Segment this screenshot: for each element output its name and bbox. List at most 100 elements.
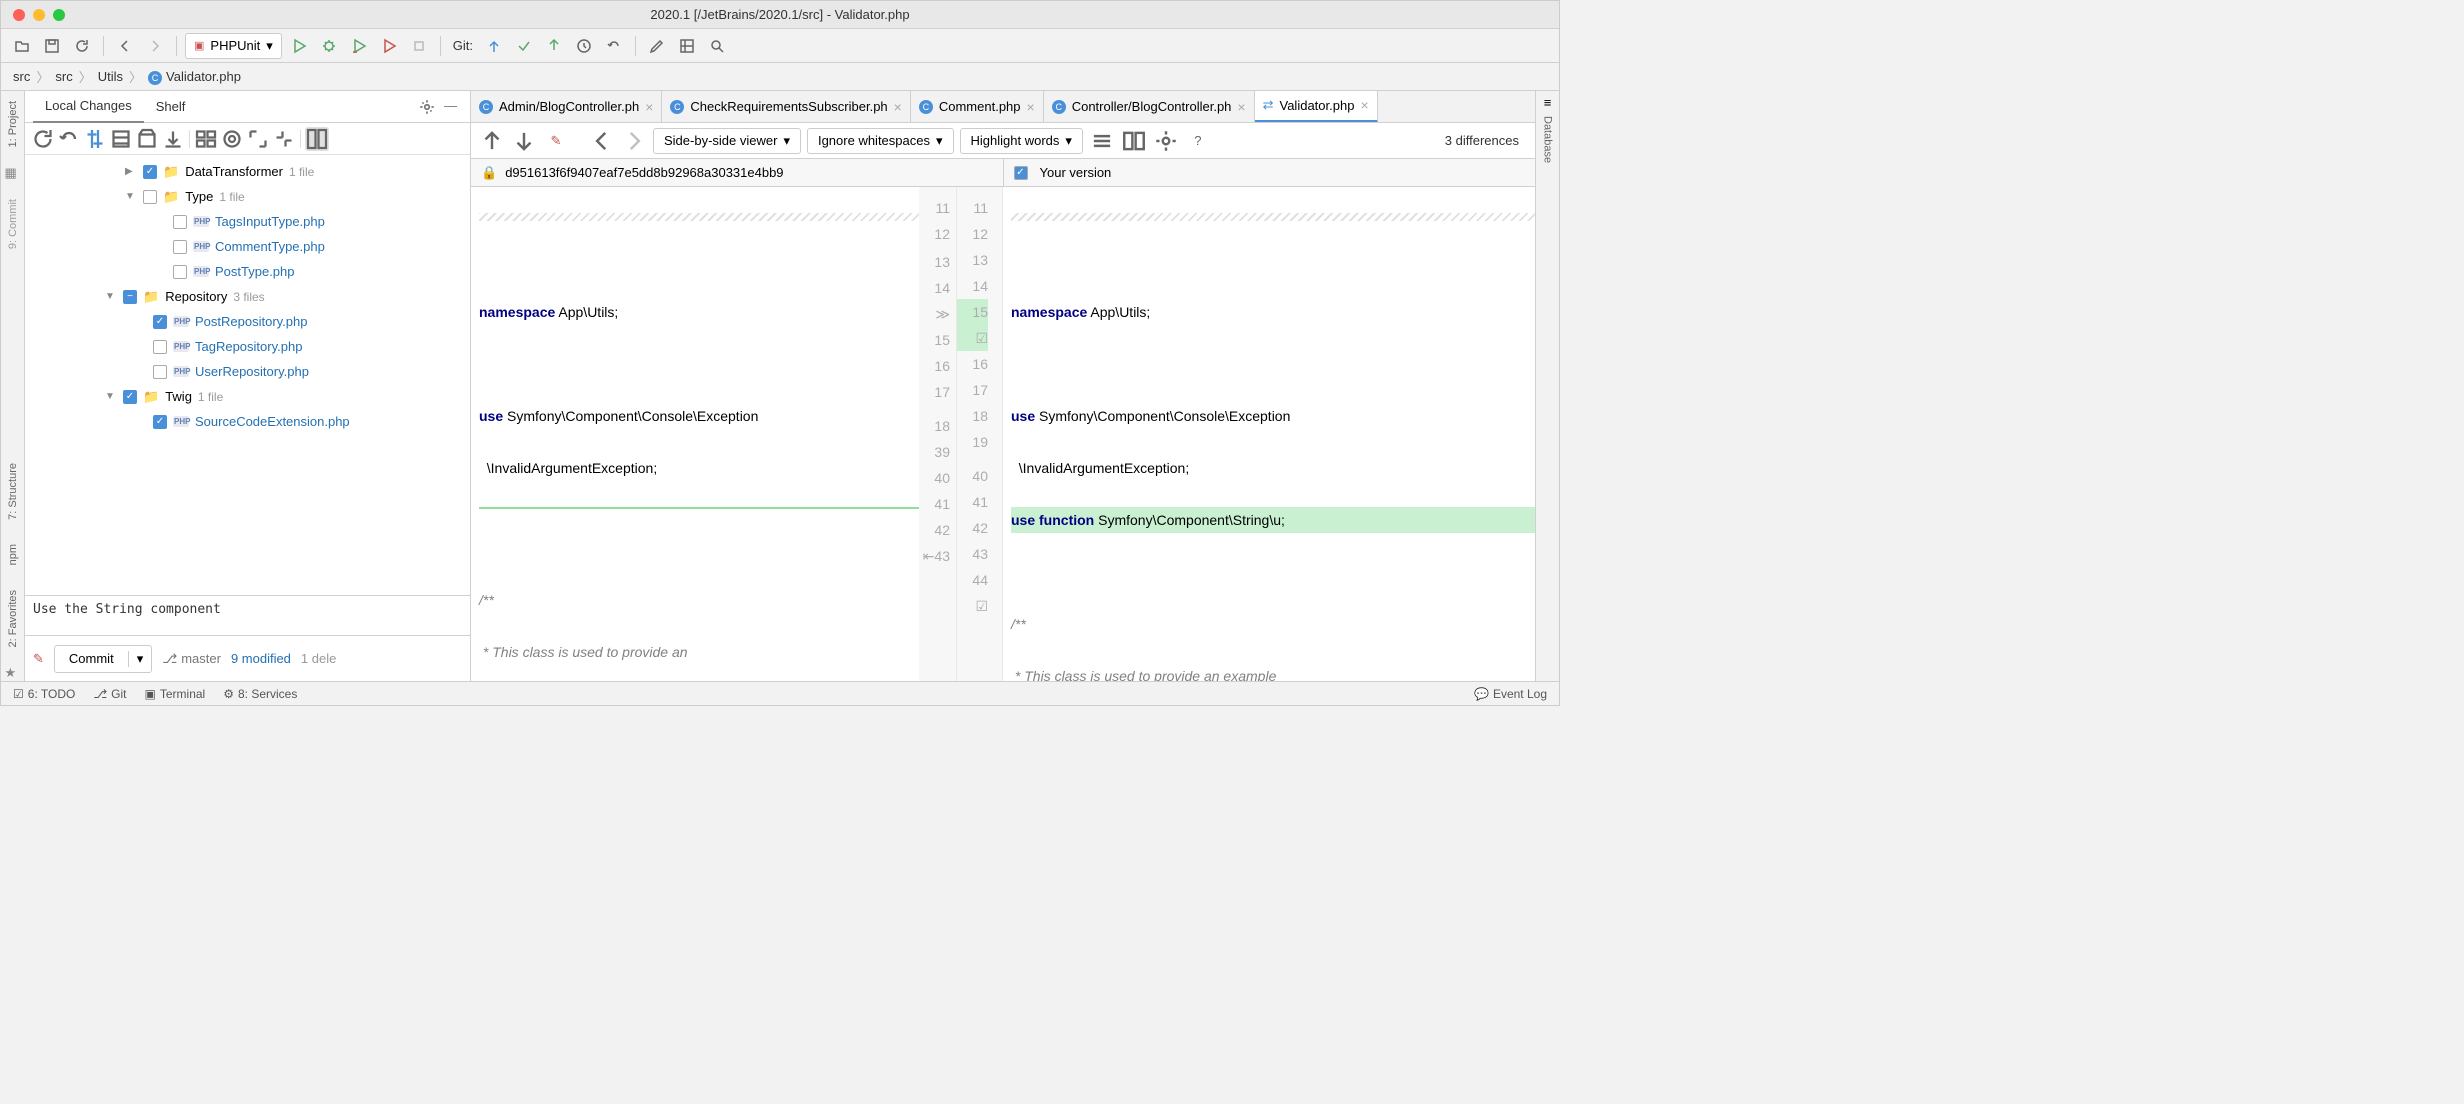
profile-icon[interactable] xyxy=(376,33,402,59)
structure-icon[interactable] xyxy=(674,33,700,59)
gear-icon[interactable] xyxy=(1153,128,1179,154)
commit-button[interactable]: Commit▾ xyxy=(54,645,152,673)
tree-file[interactable]: ✓PHPPostRepository.php xyxy=(25,309,470,334)
collapse-unchanged-icon[interactable] xyxy=(1089,128,1115,154)
tree-file[interactable]: ✓PHPSourceCodeExtension.php xyxy=(25,409,470,434)
history-icon[interactable] xyxy=(571,33,597,59)
tree-file[interactable]: PHPCommentType.php xyxy=(25,234,470,259)
checkbox[interactable]: − xyxy=(123,290,137,304)
branch-indicator[interactable]: ⎇master xyxy=(162,651,221,667)
coverage-icon[interactable] xyxy=(346,33,372,59)
sync-scroll-icon[interactable] xyxy=(1121,128,1147,154)
update-icon[interactable] xyxy=(481,33,507,59)
expand-icon[interactable] xyxy=(246,127,270,151)
editor-tab[interactable]: CCheckRequirementsSubscriber.ph× xyxy=(662,91,910,123)
amend-icon[interactable]: ✎ xyxy=(33,651,44,667)
push-icon[interactable] xyxy=(541,33,567,59)
collapse-icon[interactable] xyxy=(272,127,296,151)
gear-icon[interactable] xyxy=(418,98,436,116)
preview-icon[interactable] xyxy=(305,127,329,151)
close-icon[interactable]: × xyxy=(1360,97,1368,113)
breadcrumb-item[interactable]: Utils xyxy=(98,69,123,84)
checkbox[interactable] xyxy=(173,215,187,229)
local-changes-tab[interactable]: Local Changes xyxy=(33,91,144,123)
run-icon[interactable] xyxy=(286,33,312,59)
refresh-icon[interactable] xyxy=(69,33,95,59)
checkbox[interactable]: ✓ xyxy=(153,415,167,429)
checkbox[interactable] xyxy=(153,365,167,379)
checkbox[interactable] xyxy=(143,190,157,204)
forward-icon[interactable] xyxy=(142,33,168,59)
terminal-tool[interactable]: ▣Terminal xyxy=(145,687,206,701)
npm-tool-tab[interactable]: npm xyxy=(5,538,21,571)
back-icon[interactable] xyxy=(112,33,138,59)
shelve-icon[interactable] xyxy=(135,127,159,151)
tree-file[interactable]: PHPUserRepository.php xyxy=(25,359,470,384)
show-icon[interactable] xyxy=(220,127,244,151)
diff-icon[interactable] xyxy=(83,127,107,151)
highlight-select[interactable]: Highlight words▾ xyxy=(960,128,1083,154)
database-tool-tab[interactable]: Database xyxy=(1540,110,1556,169)
unshelve-icon[interactable] xyxy=(161,127,185,151)
breadcrumb-item[interactable]: CValidator.php xyxy=(148,69,241,85)
commit-tool-tab[interactable]: 9: Commit xyxy=(5,193,21,255)
rollback-icon[interactable] xyxy=(601,33,627,59)
chevron-down-icon[interactable]: ▾ xyxy=(128,651,152,667)
refresh-icon[interactable] xyxy=(31,127,55,151)
collapse-icon[interactable]: ▼ xyxy=(125,191,137,202)
prev-diff-icon[interactable] xyxy=(479,128,505,154)
breadcrumb-item[interactable]: src xyxy=(55,69,72,84)
checkbox[interactable]: ✓ xyxy=(153,315,167,329)
git-tool[interactable]: ⎇Git xyxy=(93,687,126,701)
tree-file[interactable]: PHPTagsInputType.php xyxy=(25,209,470,234)
checkbox[interactable] xyxy=(173,265,187,279)
checkbox[interactable] xyxy=(153,340,167,354)
search-icon[interactable] xyxy=(704,33,730,59)
todo-tool[interactable]: ☑6: TODO xyxy=(13,687,75,701)
edit-icon[interactable]: ✎ xyxy=(543,128,569,154)
viewer-mode-select[interactable]: Side-by-side viewer▾ xyxy=(653,128,801,154)
forward-icon[interactable] xyxy=(621,128,647,154)
editor-tab[interactable]: CController/BlogController.ph× xyxy=(1044,91,1255,123)
diff-viewer[interactable]: namespace App\Utils; use Symfony\Compone… xyxy=(471,187,1535,681)
commit-message-input[interactable]: Use the String component xyxy=(25,595,470,635)
services-tool[interactable]: ⚙8: Services xyxy=(223,687,297,701)
tree-folder[interactable]: ▶✓📁DataTransformer1 file xyxy=(25,159,470,184)
favorites-tool-tab[interactable]: 2: Favorites xyxy=(5,584,21,653)
close-icon[interactable]: × xyxy=(894,99,902,115)
tree-file[interactable]: PHPPostType.php xyxy=(25,259,470,284)
tree-folder[interactable]: ▼📁Type1 file xyxy=(25,184,470,209)
structure-tool-tab[interactable]: 7: Structure xyxy=(5,457,21,526)
minimize-icon[interactable]: — xyxy=(444,98,462,116)
close-icon[interactable]: × xyxy=(1237,99,1245,115)
debug-icon[interactable] xyxy=(316,33,342,59)
project-tool-tab[interactable]: 1: Project xyxy=(5,95,21,153)
save-icon[interactable] xyxy=(39,33,65,59)
rollback-icon[interactable] xyxy=(57,127,81,151)
checkbox[interactable]: ✓ xyxy=(1014,166,1028,180)
checkbox[interactable]: ✓ xyxy=(143,165,157,179)
run-config-select[interactable]: ▣ PHPUnit ▾ xyxy=(185,33,282,59)
close-icon[interactable]: × xyxy=(645,99,653,115)
expand-icon[interactable]: ▶ xyxy=(125,166,137,177)
tree-folder[interactable]: ▼✓📁Twig1 file xyxy=(25,384,470,409)
checkbox[interactable] xyxy=(173,240,187,254)
collapse-icon[interactable]: ▼ xyxy=(105,291,117,302)
help-icon[interactable]: ? xyxy=(1185,128,1211,154)
editor-tab[interactable]: ⇄Validator.php× xyxy=(1255,91,1378,123)
whitespace-select[interactable]: Ignore whitespaces▾ xyxy=(807,128,954,154)
commit-icon[interactable] xyxy=(511,33,537,59)
editor-tab[interactable]: CComment.php× xyxy=(911,91,1044,123)
close-icon[interactable]: × xyxy=(1027,99,1035,115)
tree-folder[interactable]: ▼−📁Repository3 files xyxy=(25,284,470,309)
collapse-icon[interactable]: ▼ xyxy=(105,391,117,402)
editor-tab[interactable]: CAdmin/BlogController.ph× xyxy=(471,91,662,123)
changelist-icon[interactable] xyxy=(109,127,133,151)
stop-icon[interactable] xyxy=(406,33,432,59)
breadcrumb-item[interactable]: src xyxy=(13,69,30,84)
event-log[interactable]: 💬Event Log xyxy=(1474,687,1547,701)
open-icon[interactable] xyxy=(9,33,35,59)
settings-icon[interactable] xyxy=(644,33,670,59)
tree-file[interactable]: PHPTagRepository.php xyxy=(25,334,470,359)
checkbox[interactable]: ✓ xyxy=(123,390,137,404)
